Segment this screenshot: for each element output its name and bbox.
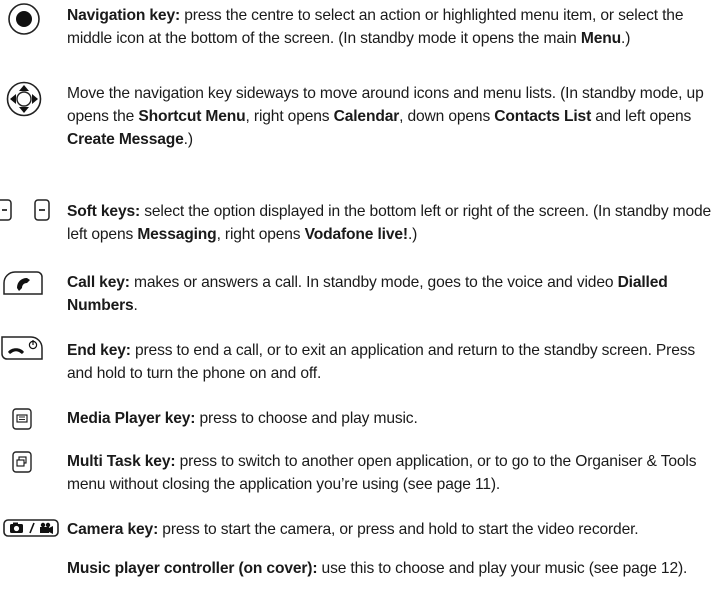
entry-bold-text: Music player controller (on cover): [67, 560, 318, 577]
entry-bold-text: Multi Task key: [67, 453, 176, 470]
call-key-icon [3, 271, 43, 295]
entry-call-key: Call key: makes or answers a call. In st… [0, 267, 722, 319]
media-player-key-icon [12, 408, 32, 430]
entry-bold-text: Shortcut Menu [138, 108, 246, 125]
entry-plain-text: use this to choose and play your music (… [317, 560, 688, 577]
navigation-key-directions-icon [5, 80, 43, 118]
navigation-key-select-icon [7, 2, 41, 36]
entry-bold-text: Calendar [333, 108, 400, 125]
entry-bold-text: Soft keys: [67, 203, 141, 220]
entry-text: Camera key: press to start the camera, o… [67, 518, 722, 541]
entry-bold-text: Media Player key: [67, 410, 196, 427]
entry-text: Music player controller (on cover): use … [67, 557, 722, 580]
end-key-icon [1, 336, 43, 360]
soft-keys-icon [0, 199, 50, 221]
entry-text: Multi Task key: press to switch to anoth… [67, 450, 722, 496]
entry-soft-keys: Soft keys: select the option displayed i… [0, 194, 722, 246]
entry-plain-text: .) [183, 131, 193, 148]
entry-plain-text: .) [407, 226, 418, 243]
entry-bold-text: Call key: [67, 274, 130, 291]
entry-bold-text: Contacts List [494, 108, 592, 125]
entry-plain-text: press to end a call, or to exit an appli… [67, 342, 696, 382]
entry-text: Media Player key: press to choose and pl… [67, 407, 722, 430]
entry-bold-text: Navigation key: [67, 7, 181, 24]
entry-navigation-key: Navigation key: press the centre to sele… [0, 0, 722, 60]
camera-key-icon [3, 519, 59, 537]
entry-plain-text: .) [621, 30, 631, 47]
entry-text: End key: press to end a call, or to exit… [67, 339, 722, 385]
multi-task-key-icon [12, 451, 32, 473]
entry-text: Call key: makes or answers a call. In st… [67, 271, 722, 317]
entry-plain-text: press to choose and play music. [195, 410, 418, 427]
entry-plain-text: , right opens [245, 108, 334, 125]
entry-plain-text: . [133, 297, 138, 314]
entry-music-player-controller: Music player controller (on cover): use … [0, 557, 722, 607]
entry-plain-text: makes or answers a call. In standby mode… [129, 274, 618, 291]
entry-bold-text: Create Message [67, 131, 184, 148]
entry-bold-text: Vodafone live! [304, 226, 408, 243]
entry-text: Soft keys: select the option displayed i… [67, 200, 722, 246]
entry-navigation-directions: Move the navigation key sideways to move… [0, 77, 722, 157]
entry-end-key: End key: press to end a call, or to exit… [0, 334, 722, 386]
entry-plain-text: and left opens [591, 108, 692, 125]
entry-plain-text: , right opens [216, 226, 305, 243]
entry-camera-key: Camera key: press to start the camera, o… [0, 513, 722, 543]
entry-bold-text: Menu [580, 30, 622, 47]
entry-multi-task-key: Multi Task key: press to switch to anoth… [0, 446, 722, 498]
entry-text: Navigation key: press the centre to sele… [67, 4, 722, 50]
entry-bold-text: Messaging [137, 226, 217, 243]
entry-plain-text: , down opens [399, 108, 495, 125]
entry-plain-text: press to start the camera, or press and … [158, 521, 639, 538]
entry-bold-text: Camera key: [67, 521, 159, 538]
entry-text: Move the navigation key sideways to move… [67, 82, 722, 151]
entry-bold-text: End key: [67, 342, 131, 359]
entry-media-player-key: Media Player key: press to choose and pl… [0, 403, 722, 433]
